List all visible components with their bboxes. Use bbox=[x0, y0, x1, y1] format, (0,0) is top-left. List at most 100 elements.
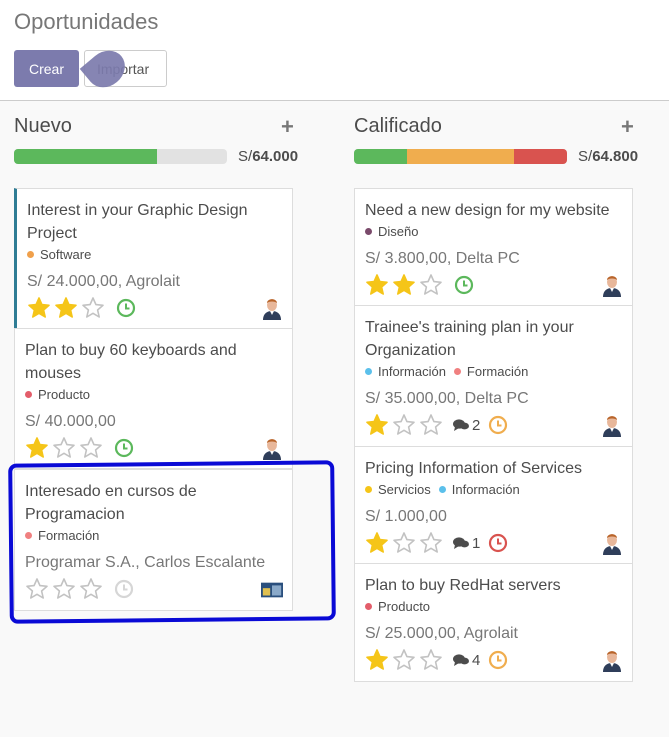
activity-clock-icon[interactable] bbox=[488, 533, 508, 553]
opportunity-card[interactable]: Plan to buy 60 keyboards and mouses Prod… bbox=[14, 328, 293, 469]
card-title[interactable]: Plan to buy RedHat servers bbox=[365, 574, 615, 597]
priority-star-icon[interactable] bbox=[419, 413, 443, 437]
card-footer bbox=[25, 577, 134, 601]
card-footer bbox=[365, 273, 474, 297]
page-title: Oportunidades bbox=[14, 9, 159, 34]
progress-segment-red[interactable] bbox=[513, 149, 567, 164]
message-count[interactable]: 2 bbox=[452, 417, 480, 434]
priority-star-icon[interactable] bbox=[79, 577, 103, 601]
tag[interactable]: Diseño bbox=[365, 224, 418, 239]
tag-label: Servicios bbox=[378, 482, 431, 497]
tag[interactable]: Producto bbox=[365, 599, 430, 614]
card-title[interactable]: Interesado en cursos de Programacion bbox=[25, 480, 275, 526]
card-revenue: S/ 3.800,00, Delta PC bbox=[365, 250, 520, 267]
priority-star-icon[interactable] bbox=[25, 577, 49, 601]
activity-clock-icon[interactable] bbox=[116, 298, 136, 318]
person-avatar-icon[interactable] bbox=[601, 273, 623, 297]
card-footer bbox=[27, 296, 136, 320]
priority-star-icon[interactable] bbox=[79, 436, 103, 460]
tag[interactable]: Formación bbox=[25, 528, 99, 543]
message-count[interactable]: 1 bbox=[452, 535, 480, 552]
opportunity-card[interactable]: Interesado en cursos de Programacion For… bbox=[14, 469, 293, 611]
tag-color-dot bbox=[365, 368, 372, 375]
column-total: S/64.000 bbox=[238, 148, 298, 165]
priority-star-icon[interactable] bbox=[419, 648, 443, 672]
column-title[interactable]: Nuevo bbox=[14, 115, 72, 138]
progress-segment-orange[interactable] bbox=[407, 149, 514, 164]
import-button[interactable]: Importar bbox=[84, 50, 167, 87]
person-avatar-icon[interactable] bbox=[261, 296, 283, 320]
priority-star-icon[interactable] bbox=[419, 531, 443, 555]
tag[interactable]: Información bbox=[365, 364, 446, 379]
column-title[interactable]: Calificado bbox=[354, 115, 442, 138]
priority-star-icon[interactable] bbox=[54, 296, 78, 320]
column-progress-bar[interactable] bbox=[354, 149, 567, 164]
card-revenue: S/ 25.000,00, Agrolait bbox=[365, 625, 518, 642]
priority-star-icon[interactable] bbox=[419, 273, 443, 297]
activity-clock-icon[interactable] bbox=[488, 415, 508, 435]
column-total: S/64.800 bbox=[578, 148, 638, 165]
tag-color-dot bbox=[25, 391, 32, 398]
tag[interactable]: Producto bbox=[25, 387, 90, 402]
priority-star-icon[interactable] bbox=[52, 436, 76, 460]
person-avatar-icon[interactable] bbox=[261, 436, 283, 460]
activity-clock-icon[interactable] bbox=[488, 650, 508, 670]
priority-star-icon[interactable] bbox=[365, 413, 389, 437]
total-amount: 64.000 bbox=[252, 148, 299, 165]
card-title[interactable]: Plan to buy 60 keyboards and mouses bbox=[25, 339, 275, 385]
tag-color-dot bbox=[25, 532, 32, 539]
progress-segment-green[interactable] bbox=[14, 149, 157, 164]
priority-star-icon[interactable] bbox=[365, 648, 389, 672]
progress-segment-green[interactable] bbox=[354, 149, 408, 164]
opportunity-card[interactable]: Pricing Information of Services Servicio… bbox=[354, 446, 633, 564]
message-count[interactable]: 4 bbox=[452, 652, 480, 669]
activity-clock-icon[interactable] bbox=[454, 275, 474, 295]
add-card-icon[interactable]: + bbox=[621, 114, 634, 140]
activity-clock-icon[interactable] bbox=[114, 579, 134, 599]
priority-star-icon[interactable] bbox=[27, 296, 51, 320]
message-count-value: 1 bbox=[472, 534, 481, 552]
card-revenue: S/ 1.000,00 bbox=[365, 508, 447, 525]
card-title[interactable]: Interest in your Graphic Design Project bbox=[27, 199, 277, 245]
company-image-icon[interactable] bbox=[261, 582, 283, 598]
priority-star-icon[interactable] bbox=[392, 413, 416, 437]
tag-color-dot bbox=[27, 251, 34, 258]
add-card-icon[interactable]: + bbox=[281, 114, 294, 140]
priority-star-icon[interactable] bbox=[365, 273, 389, 297]
opportunity-card[interactable]: Trainee's training plan in your Organiza… bbox=[354, 305, 633, 447]
priority-star-icon[interactable] bbox=[365, 531, 389, 555]
total-amount: 64.800 bbox=[592, 148, 639, 165]
priority-star-icon[interactable] bbox=[81, 296, 105, 320]
currency-symbol: S/ bbox=[578, 148, 593, 165]
tag[interactable]: Información bbox=[438, 482, 520, 497]
card-title[interactable]: Need a new design for my website bbox=[365, 199, 615, 222]
opportunity-card[interactable]: Interest in your Graphic Design Project … bbox=[14, 188, 293, 329]
priority-star-icon[interactable] bbox=[392, 531, 416, 555]
currency-symbol: S/ bbox=[238, 148, 253, 165]
tag-label: Producto bbox=[38, 387, 91, 402]
opportunity-card[interactable]: Plan to buy RedHat servers Producto S/ 2… bbox=[354, 563, 633, 682]
person-avatar-icon[interactable] bbox=[601, 648, 623, 672]
card-revenue: Programar S.A., Carlos Escalante bbox=[25, 554, 266, 571]
priority-star-icon[interactable] bbox=[392, 273, 416, 297]
tag-color-dot bbox=[365, 486, 372, 493]
person-avatar-icon[interactable] bbox=[601, 413, 623, 437]
tag[interactable]: Formación bbox=[453, 364, 528, 379]
column-progress-bar[interactable] bbox=[14, 149, 227, 164]
priority-star-icon[interactable] bbox=[392, 648, 416, 672]
message-bubbles-icon bbox=[453, 537, 469, 549]
message-count-value: 2 bbox=[472, 416, 481, 434]
priority-star-icon[interactable] bbox=[52, 577, 76, 601]
card-title[interactable]: Trainee's training plan in your Organiza… bbox=[365, 316, 615, 362]
person-avatar-icon[interactable] bbox=[601, 531, 623, 555]
tag-label: Formación bbox=[38, 528, 100, 543]
priority-star-icon[interactable] bbox=[25, 436, 49, 460]
message-bubbles-icon bbox=[453, 419, 469, 431]
opportunity-card[interactable]: Need a new design for my website Diseño … bbox=[354, 188, 633, 306]
card-title[interactable]: Pricing Information of Services bbox=[365, 457, 615, 480]
card-footer: 2 bbox=[365, 413, 508, 437]
create-button[interactable]: Crear bbox=[14, 50, 79, 87]
tag[interactable]: Software bbox=[27, 247, 91, 262]
tag[interactable]: Servicios bbox=[365, 482, 431, 497]
activity-clock-icon[interactable] bbox=[114, 438, 134, 458]
